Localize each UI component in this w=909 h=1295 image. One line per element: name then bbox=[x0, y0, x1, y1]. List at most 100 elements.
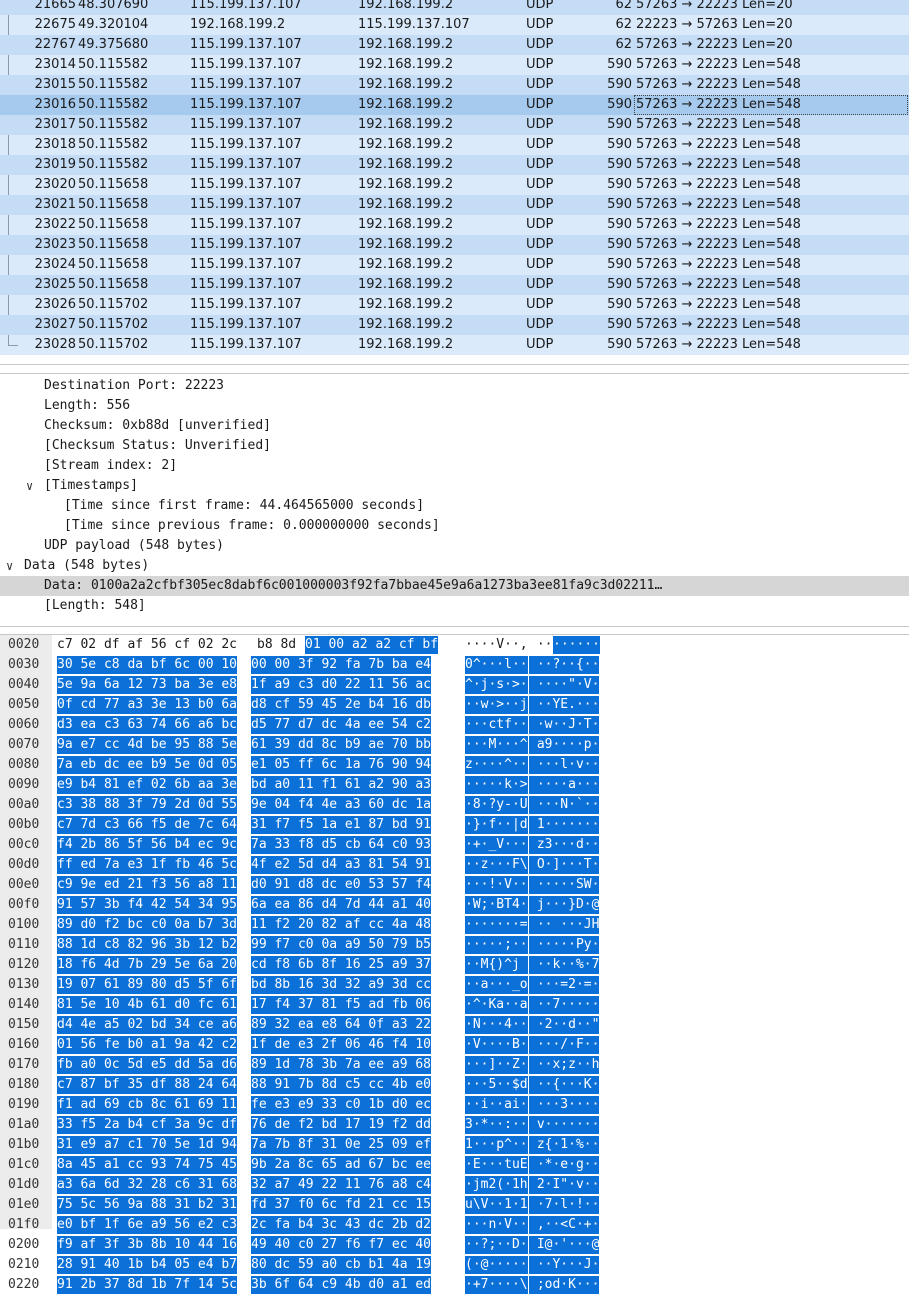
hex-bytes-selected: e0 bf 1f 6e a9 56 e2 c3 bbox=[57, 1216, 238, 1234]
detail-row[interactable]: ∨ [Timestamps] bbox=[0, 476, 909, 496]
bytes-row[interactable]: 0150 d4 4e a5 02 bd 34 ce a6 89 32 ea e8 6… bbox=[0, 1015, 909, 1035]
ascii-bytes-selected: ·E···tuE bbox=[465, 1156, 528, 1174]
bytes-row[interactable]: 0220 91 2b 37 8d 1b 7f 14 5c 3b 6f 64 c9 4… bbox=[0, 1275, 909, 1295]
bytes-row[interactable]: 0200 f9 af 3f 3b 8b 10 44 16 49 40 c0 27 f… bbox=[0, 1235, 909, 1255]
ascii-bytes-selected: ·7·l·!·· bbox=[529, 1196, 600, 1214]
hex-bytes-selected: 89 d0 f2 bc c0 0a b7 3d bbox=[57, 916, 238, 934]
packet-row[interactable]: 23020 50.115658 115.199.137.107 192.168.199… bbox=[0, 175, 909, 195]
packet-len-cell: 590 bbox=[607, 317, 632, 332]
packet-row[interactable]: 23019 50.115582 115.199.137.107 192.168.199… bbox=[0, 155, 909, 175]
packet-row[interactable]: 21665 48.307690 115.199.137.107 192.168.199… bbox=[0, 0, 909, 15]
ascii-bytes-selected: ·W;·BT4· bbox=[465, 896, 528, 914]
bytes-row[interactable]: 01e0 75 5c 56 9a 88 31 b2 31 fd 37 f0 6c f… bbox=[0, 1195, 909, 1215]
bytes-row[interactable]: 0090 e9 b4 81 ef 02 6b aa 3e bd a0 11 f1 6… bbox=[0, 775, 909, 795]
bytes-row[interactable]: 0190 f1 ad 69 cb 8c 61 69 11 fe e3 e9 33 c… bbox=[0, 1095, 909, 1115]
expand-chevron-icon[interactable]: ∨ bbox=[26, 476, 33, 496]
hex-bytes-selected: 7a 7b 8f 31 0e 25 09 ef bbox=[251, 1136, 432, 1154]
packet-list[interactable]: 21665 48.307690 115.199.137.107 192.168.199… bbox=[0, 0, 909, 355]
packet-row[interactable]: 23023 50.115658 115.199.137.107 192.168.199… bbox=[0, 235, 909, 255]
packet-row[interactable]: 23015 50.115582 115.199.137.107 192.168.199… bbox=[0, 75, 909, 95]
bytes-row[interactable]: 0080 7a eb dc ee b9 5e 0d 05 e1 05 ff 6c 1… bbox=[0, 755, 909, 775]
bytes-row[interactable]: 0060 d3 ea c3 63 74 66 a6 bc d5 77 d7 dc 4… bbox=[0, 715, 909, 735]
packet-bytes-pane[interactable]: 0020 c7 02 df af 56 cf 02 2c b8 8d 01 00 a2… bbox=[0, 635, 909, 1294]
bytes-row[interactable]: 01a0 33 f5 2a b4 cf 3a 9c df 76 de f2 bd 1… bbox=[0, 1115, 909, 1135]
bytes-row[interactable]: 00c0 f4 2b 86 5f 56 b4 ec 9c 7a 33 f8 d5 c… bbox=[0, 835, 909, 855]
ascii-bytes-selected: 0^···l·· bbox=[465, 656, 528, 674]
detail-row[interactable]: [Stream index: 2] bbox=[0, 456, 909, 476]
packet-len-cell: 590 bbox=[607, 157, 632, 172]
bytes-row[interactable]: 0170 fb a0 0c 5d e5 dd 5a d6 89 1d 78 3b 7… bbox=[0, 1055, 909, 1075]
bytes-row[interactable]: 0070 9a e7 cc 4d be 95 88 5e 61 39 dd 8c b… bbox=[0, 735, 909, 755]
bytes-row[interactable]: 0130 19 07 61 89 80 d5 5f 6f bd 8b 16 3d 3… bbox=[0, 975, 909, 995]
packet-info-cell: 57263 → 22223 Len=548 bbox=[636, 337, 801, 352]
packet-row[interactable]: 23027 50.115702 115.199.137.107 192.168.199… bbox=[0, 315, 909, 335]
byte-offset: 0050 bbox=[8, 697, 40, 712]
detail-row[interactable]: Data: 0100a2a2cfbf305ec8dabf6c001000003f… bbox=[0, 576, 909, 596]
bytes-row[interactable]: 00f0 91 57 3b f4 42 54 34 95 6a ea 86 d4 7… bbox=[0, 895, 909, 915]
packet-row[interactable]: 23017 50.115582 115.199.137.107 192.168.199… bbox=[0, 115, 909, 135]
packet-row[interactable]: 23024 50.115658 115.199.137.107 192.168.199… bbox=[0, 255, 909, 275]
detail-row[interactable]: [Length: 548] bbox=[0, 596, 909, 616]
ascii-bytes-selected: ,··<C·+· bbox=[529, 1216, 600, 1234]
byte-offset: 0160 bbox=[8, 1037, 40, 1052]
hex-bytes-selected: 99 f7 c0 0a a9 50 79 b5 bbox=[251, 936, 432, 954]
packet-row[interactable]: 23025 50.115658 115.199.137.107 192.168.199… bbox=[0, 275, 909, 295]
packet-row[interactable]: 23022 50.115658 115.199.137.107 192.168.199… bbox=[0, 215, 909, 235]
bytes-row[interactable]: 01c0 8a 45 a1 cc 93 74 75 45 9b 2a 8c 65 a… bbox=[0, 1155, 909, 1175]
packet-time-cell: 49.320104 bbox=[78, 17, 149, 32]
bytes-row[interactable]: 0120 18 f6 4d 7b 29 5e 6a 20 cd f8 6b 8f 1… bbox=[0, 955, 909, 975]
bytes-row[interactable]: 0040 5e 9a 6a 12 73 ba 3e e8 1f a9 c3 d0 2… bbox=[0, 675, 909, 695]
bytes-row[interactable]: 00b0 c7 7d c3 66 f5 de 7c 64 31 f7 f5 1a e… bbox=[0, 815, 909, 835]
expand-chevron-icon[interactable]: ∨ bbox=[6, 556, 13, 576]
detail-label: Data: 0100a2a2cfbf305ec8dabf6c001000003f… bbox=[44, 578, 663, 593]
packet-row[interactable]: 22675 49.320104 192.168.199.2 115.199.137.1… bbox=[0, 15, 909, 35]
detail-row[interactable]: [Time since first frame: 44.464565000 se… bbox=[0, 496, 909, 516]
detail-row[interactable]: [Checksum Status: Unverified] bbox=[0, 436, 909, 456]
packet-row[interactable]: 23018 50.115582 115.199.137.107 192.168.199… bbox=[0, 135, 909, 155]
packet-row[interactable]: 23021 50.115658 115.199.137.107 192.168.199… bbox=[0, 195, 909, 215]
ascii-bytes-selected: u\V··1·1 bbox=[465, 1196, 528, 1214]
packet-dst-cell: 192.168.199.2 bbox=[358, 197, 454, 212]
bytes-row[interactable]: 00a0 c3 38 88 3f 79 2d 0d 55 9e 04 f4 4e a… bbox=[0, 795, 909, 815]
ascii-bytes-selected: z3···d·· bbox=[529, 836, 600, 854]
bytes-row[interactable]: 0050 0f cd 77 a3 3e 13 b0 6a d8 cf 59 45 2… bbox=[0, 695, 909, 715]
bytes-row[interactable]: 00e0 c9 9e ed 21 f3 56 a8 11 d0 91 d8 dc e… bbox=[0, 875, 909, 895]
packet-time-cell: 48.307690 bbox=[78, 0, 149, 12]
bytes-row[interactable]: 00d0 ff ed 7a e3 1f fb 46 5c 4f e2 5d d4 a… bbox=[0, 855, 909, 875]
detail-row[interactable]: Length: 556 bbox=[0, 396, 909, 416]
bytes-row[interactable]: 0110 88 1d c8 82 96 3b 12 b2 99 f7 c0 0a a… bbox=[0, 935, 909, 955]
bytes-row[interactable]: 0160 01 56 fe b0 a1 9a 42 c2 1f de e3 2f 0… bbox=[0, 1035, 909, 1055]
detail-row[interactable]: Destination Port: 22223 bbox=[0, 376, 909, 396]
hex-bytes-selected: bd 8b 16 3d 32 a9 3d cc bbox=[251, 976, 432, 994]
pane-splitter[interactable] bbox=[0, 364, 909, 365]
bytes-row[interactable]: 0140 81 5e 10 4b 61 d0 fc 61 17 f4 37 81 f… bbox=[0, 995, 909, 1015]
packet-proto-cell: UDP bbox=[526, 117, 554, 132]
bytes-row[interactable]: 0180 c7 87 bf 35 df 88 24 64 88 91 7b 8d c… bbox=[0, 1075, 909, 1095]
bytes-row[interactable]: 0210 28 91 40 1b b4 05 e4 b7 80 dc 59 a0 c… bbox=[0, 1255, 909, 1275]
bytes-row[interactable]: 01d0 a3 6a 6d 32 28 c6 31 68 32 a7 49 22 1… bbox=[0, 1175, 909, 1195]
detail-label: Data (548 bytes) bbox=[24, 558, 150, 573]
detail-row[interactable]: UDP payload (548 bytes) bbox=[0, 536, 909, 556]
byte-offset: 0200 bbox=[8, 1237, 40, 1252]
ascii-bytes-selected: ·····k·> bbox=[465, 776, 528, 794]
hex-bytes-selected: f4 2b 86 5f 56 b4 ec 9c bbox=[57, 836, 238, 854]
bytes-row[interactable]: 0100 89 d0 f2 bc c0 0a b7 3d 11 f2 20 82 a… bbox=[0, 915, 909, 935]
bytes-row[interactable]: 01f0 e0 bf 1f 6e a9 56 e2 c3 2c fa b4 3c 4… bbox=[0, 1215, 909, 1235]
packet-row[interactable]: 23028 50.115702 115.199.137.107 192.168.199… bbox=[0, 335, 909, 355]
bytes-row[interactable]: 01b0 31 e9 a7 c1 70 5e 1d 94 7a 7b 8f 31 0… bbox=[0, 1135, 909, 1155]
pane-splitter[interactable] bbox=[0, 626, 909, 627]
detail-row[interactable]: [Time since previous frame: 0.000000000 … bbox=[0, 516, 909, 536]
hex-bytes-selected: 32 a7 49 22 11 76 a8 c4 bbox=[251, 1176, 432, 1194]
bytes-row[interactable]: 0030 30 5e c8 da bf 6c 00 10 00 00 3f 92 f… bbox=[0, 655, 909, 675]
bytes-row[interactable]: 0020 c7 02 df af 56 cf 02 2c b8 8d 01 00 a2… bbox=[0, 635, 909, 655]
detail-label: [Length: 548] bbox=[44, 598, 146, 613]
packet-src-cell: 115.199.137.107 bbox=[190, 77, 302, 92]
packet-row[interactable]: 23026 50.115702 115.199.137.107 192.168.199… bbox=[0, 295, 909, 315]
detail-row[interactable]: Checksum: 0xb88d [unverified] bbox=[0, 416, 909, 436]
packet-row[interactable]: 23014 50.115582 115.199.137.107 192.168.199… bbox=[0, 55, 909, 75]
detail-row[interactable]: ∨ Data (548 bytes) bbox=[0, 556, 909, 576]
packet-details-pane[interactable]: Destination Port: 22223 Length: 556 Checks… bbox=[0, 374, 909, 620]
ascii-bytes-selected: ··x;z··h bbox=[529, 1056, 600, 1074]
packet-row[interactable]: 22767 49.375680 115.199.137.107 192.168.199… bbox=[0, 35, 909, 55]
byte-offset: 01b0 bbox=[8, 1137, 40, 1152]
